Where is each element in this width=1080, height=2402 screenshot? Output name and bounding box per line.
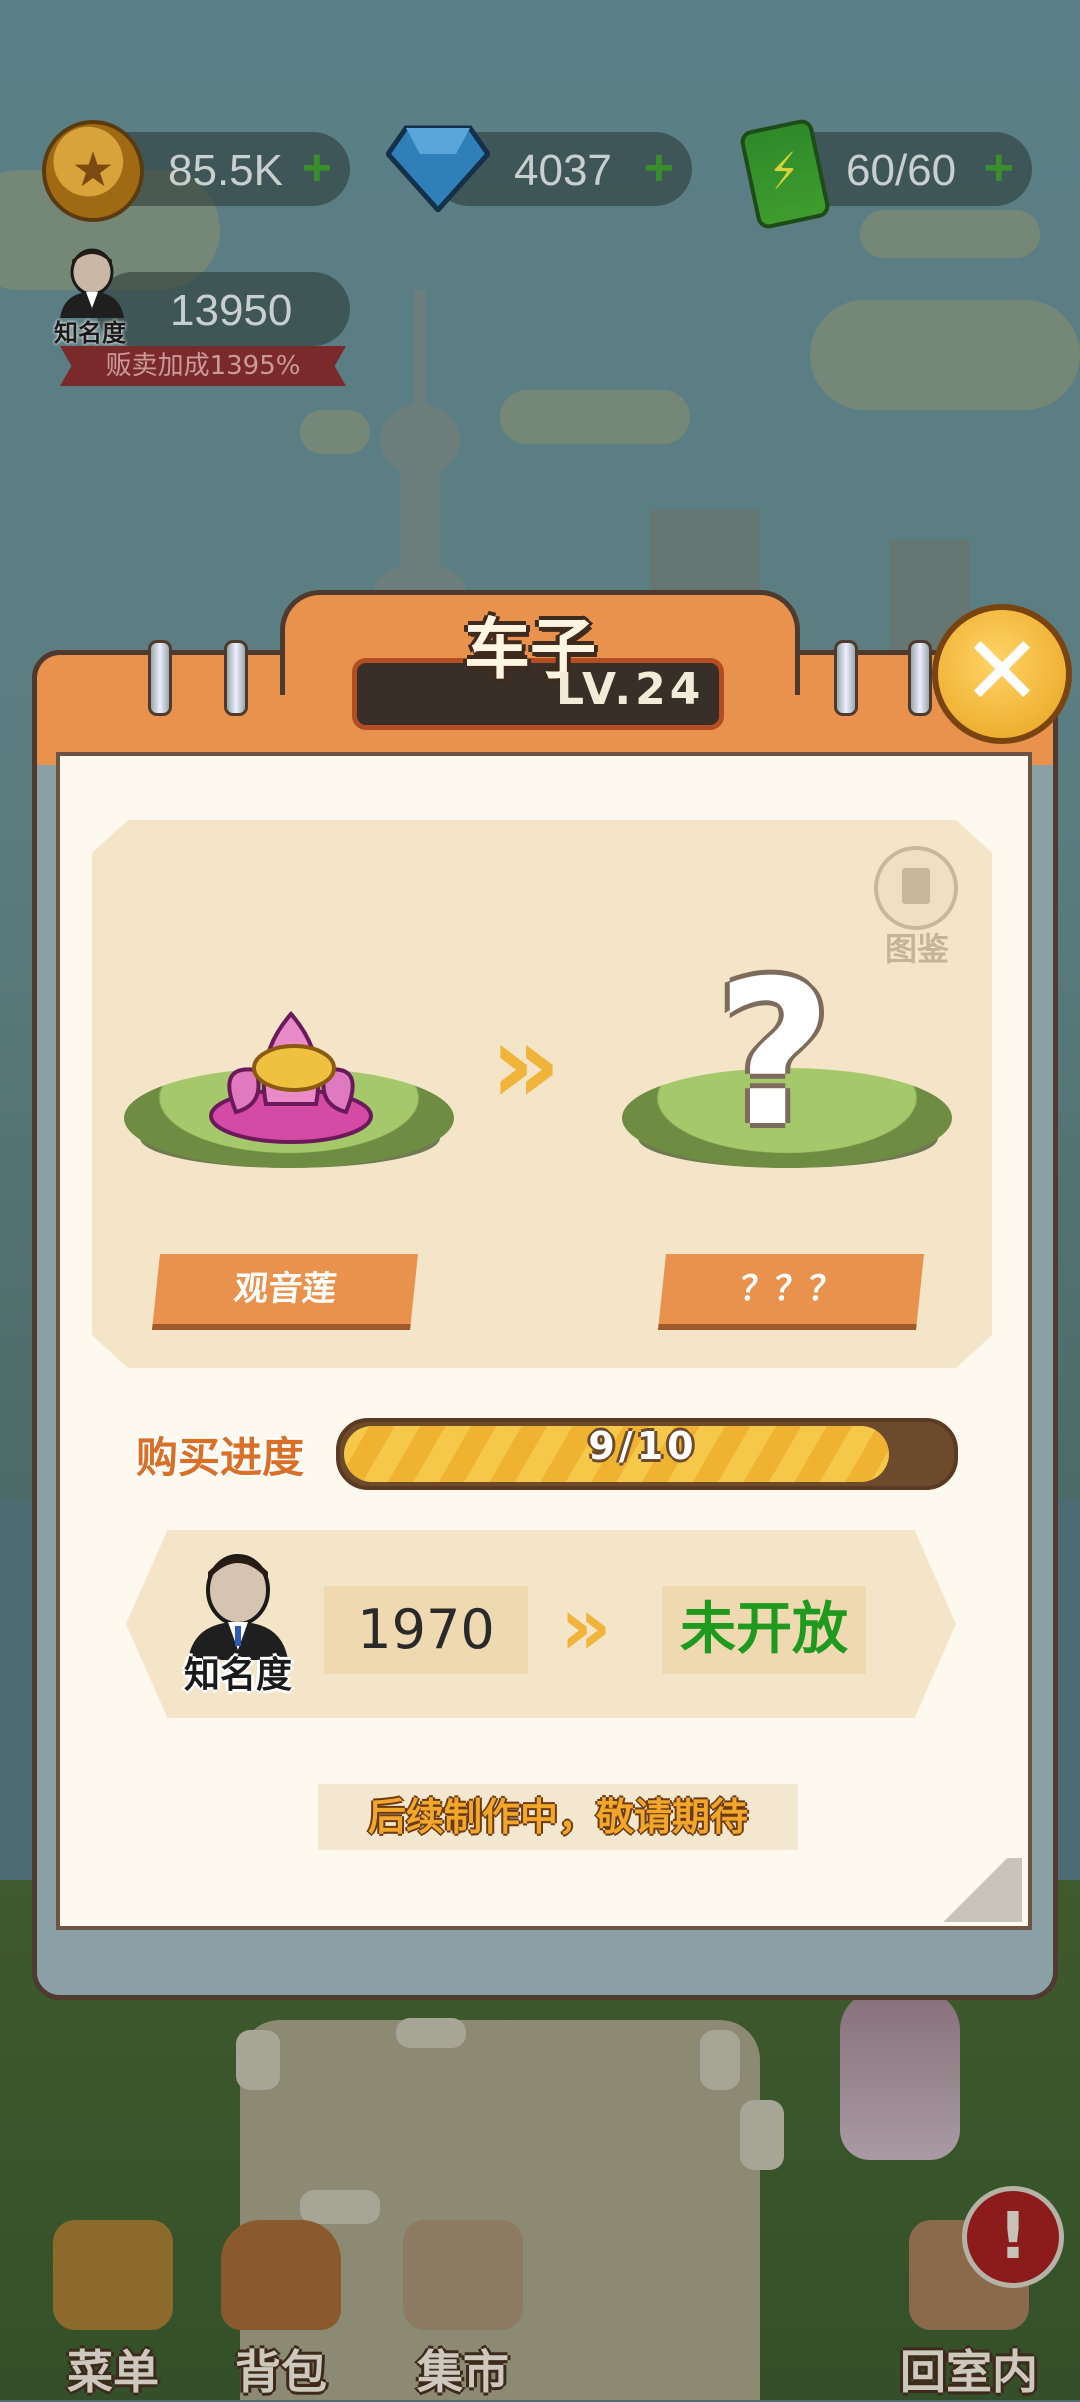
menu-button[interactable]: 菜单: [38, 2220, 188, 2399]
unknown-item-icon: ?: [716, 938, 833, 1171]
level-label: LV.24: [556, 664, 705, 715]
coin-icon: ★: [42, 120, 144, 222]
cloud: [860, 210, 1040, 258]
purchase-progress-label: 购买进度: [136, 1433, 305, 1482]
cloud: [810, 300, 1080, 410]
add-gems-button[interactable]: +: [644, 138, 674, 198]
bride-character: [840, 1990, 960, 2160]
lotus-icon: [209, 1010, 373, 1144]
manager-avatar-icon: [60, 248, 124, 318]
cloud: [500, 390, 690, 444]
evolve-arrow-icon: »: [490, 1000, 561, 1128]
diamond-icon: [386, 125, 490, 212]
gems-value: 4037: [514, 146, 612, 195]
binder-ring: [148, 640, 172, 716]
add-coins-button[interactable]: +: [302, 138, 332, 198]
next-item-name: ？？？: [658, 1254, 924, 1330]
stone: [700, 2030, 740, 2090]
market-label: 集市: [417, 2345, 509, 2399]
stone: [300, 2190, 380, 2224]
star-book-icon: [53, 2220, 173, 2330]
catalog-book-icon[interactable]: [874, 846, 958, 930]
binder-ring: [834, 640, 858, 716]
energy-value: 60/60: [846, 146, 957, 195]
stone: [236, 2030, 280, 2090]
manager-avatar-icon: [188, 1554, 288, 1660]
current-item-name: 观音莲: [152, 1254, 418, 1330]
fame-value: 13950: [170, 286, 293, 335]
stone: [396, 2018, 466, 2048]
coins-value: 85.5K: [168, 146, 283, 195]
binder-ring: [908, 640, 932, 716]
purchase-progress-value: 9/10: [588, 1424, 698, 1468]
stone: [740, 2100, 784, 2170]
sales-bonus-ribbon: 贩卖加成1395%: [60, 346, 346, 386]
fame-display: 13950: [96, 272, 350, 346]
close-button[interactable]: ✕: [932, 604, 1072, 744]
shop-icon: [403, 2220, 523, 2330]
fame-status-value: 未开放: [662, 1586, 866, 1674]
catalog-label[interactable]: 图鉴: [874, 924, 960, 970]
bag-button[interactable]: 背包: [206, 2220, 356, 2399]
bag-label: 背包: [235, 2345, 327, 2399]
backpack-icon: [221, 2220, 341, 2330]
fame-requirement-label: 知名度: [183, 1655, 292, 1696]
market-button[interactable]: 集市: [388, 2220, 538, 2399]
add-energy-button[interactable]: +: [984, 138, 1014, 198]
fame-required-value: 1970: [324, 1586, 528, 1674]
coming-soon-banner: 后续制作中，敬请期待: [318, 1784, 798, 1850]
go-indoor-label: 回室内: [900, 2345, 1038, 2399]
page-curl: [928, 1858, 1022, 1922]
fame-label: 知名度: [54, 319, 126, 347]
alert-badge-icon: !: [962, 2186, 1064, 2288]
menu-label: 菜单: [67, 2345, 159, 2399]
binder-ring: [224, 640, 248, 716]
fame-arrow-icon: »: [560, 1580, 611, 1673]
